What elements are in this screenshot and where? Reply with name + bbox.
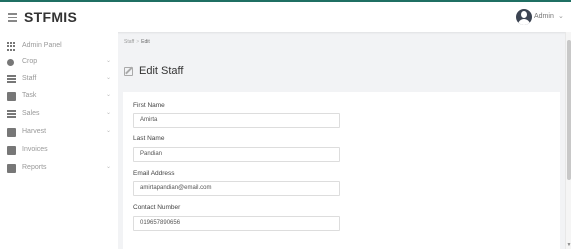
first-name-field[interactable]: Amirta (133, 113, 340, 128)
email-label: Email Address (133, 170, 175, 177)
sidebar-item-label: Sales (22, 110, 40, 117)
sidebar-item-harvest[interactable]: Harvest ⌄ (0, 124, 118, 142)
last-name-field[interactable]: Pandian (133, 147, 340, 162)
breadcrumb-parent[interactable]: Staff (124, 39, 134, 45)
basket-icon (7, 128, 16, 137)
first-name-label: First Name (133, 102, 165, 109)
top-navbar: STFMIS Admin ⌄ (0, 0, 571, 32)
sidebar-item-label: Reports (22, 164, 47, 171)
sidebar-item-staff[interactable]: Staff ⌄ (0, 71, 118, 89)
user-menu-label[interactable]: Admin (534, 13, 554, 20)
main-content: Staff > Edit Edit Staff First Name Amirta … (118, 32, 565, 249)
sidebar-item-sales[interactable]: Sales ⌄ (0, 106, 118, 124)
sidebar-item-label: Task (22, 92, 37, 99)
chevron-down-icon: ⌄ (106, 110, 112, 116)
chevron-down-icon[interactable]: ⌄ (558, 12, 564, 20)
breadcrumb-current: Edit (141, 39, 150, 45)
sidebar-item-label: Harvest (22, 128, 47, 135)
leaf-icon (7, 59, 14, 66)
chevron-down-icon: ⌄ (106, 92, 112, 98)
users-icon (7, 75, 16, 84)
app-brand[interactable]: STFMIS (24, 9, 77, 25)
grid-icon (7, 42, 16, 51)
page-title: Edit Staff (139, 65, 184, 77)
edit-icon (124, 67, 133, 76)
contact-number-label: Contact Number (133, 204, 181, 211)
report-icon (7, 164, 16, 173)
scrollbar-thumb[interactable] (567, 40, 571, 180)
invoice-icon (7, 146, 16, 155)
scroll-down-arrow-icon[interactable]: ▼ (566, 242, 571, 248)
sidebar-item-label: Admin Panel (22, 42, 62, 49)
breadcrumb: Staff > Edit (124, 39, 150, 45)
chart-icon (7, 110, 16, 119)
email-field[interactable]: amirtapandian@email.com (133, 181, 340, 196)
page-scrollbar[interactable]: ▼ (565, 32, 571, 249)
sidebar-item-task[interactable]: Task ⌄ (0, 88, 118, 106)
edit-staff-form: First Name Amirta Last Name Pandian Emai… (123, 92, 560, 249)
last-name-label: Last Name (133, 135, 165, 142)
chevron-down-icon: ⌄ (106, 128, 112, 134)
sidebar-item-label: Invoices (22, 146, 48, 153)
menu-toggle-icon[interactable] (8, 13, 17, 22)
sidebar-item-reports[interactable]: Reports ⌄ (0, 160, 118, 178)
sidebar: Admin Panel Crop ⌄ Staff ⌄ Task ⌄ Sales … (0, 32, 118, 249)
sidebar-item-invoices[interactable]: Invoices (0, 142, 118, 160)
user-avatar-icon[interactable] (516, 9, 532, 25)
chevron-down-icon: ⌄ (106, 58, 112, 64)
breadcrumb-separator: > (136, 39, 140, 45)
checkbox-icon (7, 92, 16, 101)
contact-number-field[interactable]: 019657890656 (133, 216, 340, 231)
sidebar-item-label: Staff (22, 75, 37, 82)
chevron-down-icon: ⌄ (106, 75, 112, 81)
sidebar-item-label: Crop (22, 58, 38, 65)
chevron-down-icon: ⌄ (106, 164, 112, 170)
sidebar-item-crop[interactable]: Crop ⌄ (0, 54, 118, 72)
